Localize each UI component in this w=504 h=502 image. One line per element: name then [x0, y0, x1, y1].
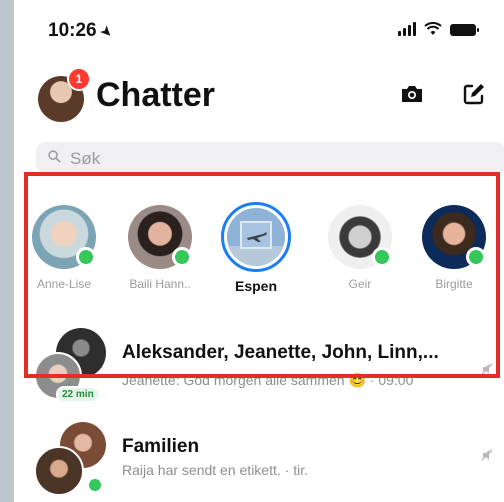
- new-message-button[interactable]: [460, 80, 488, 108]
- cellular-signal-icon: [398, 22, 416, 36]
- search-input[interactable]: [68, 146, 472, 172]
- airplane-photo: [227, 208, 285, 266]
- story-name: Birgitte: [435, 277, 473, 291]
- camera-icon: [402, 86, 422, 102]
- avatar: [328, 205, 392, 269]
- story-birgitte[interactable]: Birgitte: [414, 205, 494, 291]
- story-baili[interactable]: Baili Hann..: [120, 205, 200, 291]
- search-bar[interactable]: [36, 142, 504, 174]
- search-icon: [48, 150, 61, 163]
- chat-title: Familien: [122, 436, 200, 457]
- story-name: Geir: [348, 277, 372, 291]
- status-icons: [398, 22, 479, 36]
- chat-row[interactable]: Familien Raija har sendt en etikett. · t…: [14, 418, 504, 498]
- page-title: Chatter: [96, 76, 216, 114]
- online-indicator: [172, 247, 192, 267]
- group-avatar-front: [34, 446, 84, 496]
- story-geir[interactable]: Geir: [320, 205, 400, 291]
- messenger-screen: 10:26➤ 1 Chatter Søk Anne-Lise Baili Han…: [14, 0, 504, 502]
- story-name: Espen: [234, 278, 277, 294]
- status-time: 10:26➤: [48, 20, 116, 41]
- compose-icon: [463, 84, 484, 105]
- muted-icon: [481, 449, 493, 461]
- chat-row[interactable]: 22 min Aleksander, Jeanette, John, Linn,…: [14, 322, 504, 403]
- online-indicator: [466, 247, 486, 267]
- active-story-ring: [221, 202, 291, 272]
- location-arrow-icon: ➤: [97, 22, 116, 41]
- story-anne-lise[interactable]: Anne-Lise: [24, 205, 104, 291]
- online-indicator: [76, 247, 96, 267]
- avatar: [422, 205, 486, 269]
- chat-preview: Jeanette: God morgen alle sammen 😊 · 09:…: [122, 372, 414, 388]
- chat-title: Aleksander, Jeanette, John, Linn,...: [122, 342, 439, 363]
- story-name: Anne-Lise: [36, 277, 92, 291]
- battery-icon: [450, 24, 479, 36]
- story-name: Baili Hann..: [129, 277, 191, 291]
- avatar: [128, 205, 192, 269]
- avatar: [32, 205, 96, 269]
- wifi-icon: [424, 22, 442, 35]
- story-espen[interactable]: Espen: [216, 202, 296, 294]
- online-indicator: [372, 247, 392, 267]
- notification-badge: 1: [67, 67, 91, 91]
- chat-preview: Raija har sendt en etikett. · tir.: [122, 462, 308, 478]
- muted-icon: [481, 363, 493, 375]
- online-indicator: [86, 476, 104, 494]
- camera-button[interactable]: [398, 80, 426, 108]
- active-time-badge: 22 min: [56, 386, 100, 403]
